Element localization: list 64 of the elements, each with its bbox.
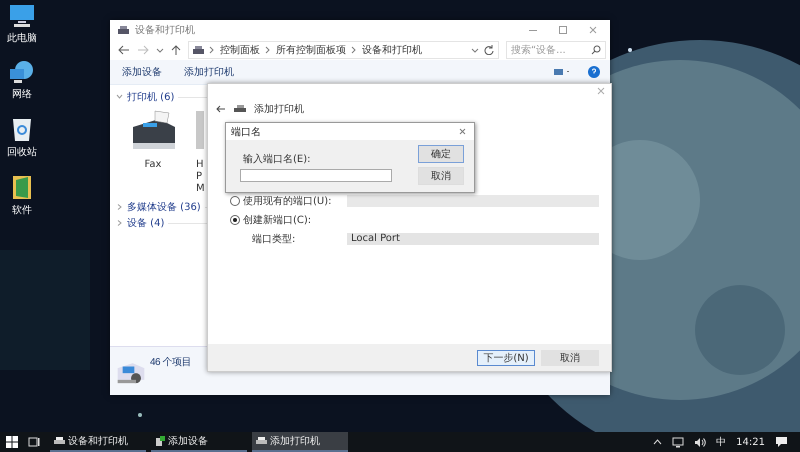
close-icon[interactable] — [588, 25, 598, 35]
chevron-right-icon[interactable] — [116, 204, 123, 210]
chevron-right-icon[interactable] — [116, 220, 123, 226]
taskbar-button[interactable]: 添加打印机 — [252, 432, 348, 452]
chevron-right-icon — [265, 46, 271, 54]
taskbar-button[interactable]: 设备和打印机 — [50, 432, 146, 452]
clock[interactable]: 14:21 — [736, 436, 765, 448]
toolbar-button[interactable]: 添加打印机 — [176, 63, 242, 81]
dialog-title: 端口名 — [231, 126, 261, 138]
dialog-button[interactable]: 取消 — [418, 167, 464, 185]
chevron-up-icon[interactable] — [653, 439, 662, 445]
desktop-icon-label[interactable]: 网络 — [12, 87, 32, 101]
device-label[interactable]: P — [196, 171, 202, 183]
search-icon — [591, 45, 601, 55]
dialog-title: 添加打印机 — [254, 102, 304, 116]
breadcrumb-item[interactable]: 所有控制面板项 — [276, 43, 346, 57]
help-icon[interactable] — [588, 66, 600, 78]
radio-button[interactable] — [230, 215, 240, 225]
close-icon[interactable] — [459, 128, 466, 135]
group-header[interactable]: 设备 (4) — [127, 216, 164, 230]
notification-icon[interactable] — [775, 436, 788, 448]
back-arrow-icon[interactable] — [118, 45, 130, 55]
chevron-right-icon — [209, 46, 215, 54]
field-label: 输入端口名(E): — [242, 152, 312, 166]
breadcrumb-item[interactable]: 设备和打印机 — [362, 43, 422, 57]
recycle-bin-icon[interactable] — [11, 116, 33, 142]
refresh-icon[interactable] — [484, 45, 494, 55]
desktop-icon-label[interactable]: 此电脑 — [7, 31, 37, 45]
back-arrow-icon[interactable] — [216, 105, 226, 113]
device-label[interactable]: H — [196, 159, 204, 171]
network-icon[interactable] — [672, 436, 684, 448]
device-label[interactable]: Fax — [144, 159, 162, 171]
radio-label[interactable]: 创建新端口(C): — [243, 213, 312, 227]
item-count: 46 个项目 — [150, 356, 191, 369]
dialog-button[interactable]: 取消 — [541, 350, 599, 366]
up-arrow-icon[interactable] — [171, 45, 181, 55]
input-method-indicator[interactable]: 中 — [716, 435, 726, 449]
radio-label[interactable]: 使用现有的端口(U): — [243, 194, 332, 208]
port-name-field[interactable] — [240, 168, 392, 182]
folder-icon[interactable] — [11, 174, 33, 200]
toolbar-button[interactable]: 添加设备 — [114, 63, 170, 81]
dialog-button[interactable]: 确定 — [418, 145, 464, 163]
group-header[interactable]: 多媒体设备 (36) — [127, 200, 201, 214]
computer-icon[interactable] — [9, 4, 35, 28]
task-view-icon[interactable] — [28, 436, 40, 448]
breadcrumb-item[interactable]: 控制面板 — [220, 43, 260, 57]
taskbar-button[interactable]: 添加设备 — [151, 432, 247, 452]
group-header[interactable]: 打印机 (6) — [127, 90, 174, 104]
chevron-right-icon — [351, 46, 357, 54]
port-type-label: 端口类型: — [252, 232, 296, 246]
device-label[interactable]: M — [196, 183, 205, 195]
speaker-icon[interactable] — [694, 436, 706, 448]
dialog-button[interactable]: 下一步(N) — [477, 350, 535, 366]
radio-button[interactable] — [230, 196, 240, 206]
start-icon[interactable] — [6, 436, 18, 448]
globe-icon[interactable] — [9, 60, 35, 84]
device-icon — [155, 436, 165, 446]
view-options-icon[interactable] — [554, 68, 572, 76]
maximize-icon[interactable] — [558, 25, 568, 35]
port-type-dropdown[interactable]: Local Port — [347, 233, 599, 245]
desktop-icon-label[interactable]: 回收站 — [7, 145, 37, 159]
desktop-icon-label[interactable]: 软件 — [12, 203, 32, 217]
chevron-down-icon[interactable] — [116, 94, 123, 100]
window-title: 设备和打印机 — [135, 24, 195, 37]
